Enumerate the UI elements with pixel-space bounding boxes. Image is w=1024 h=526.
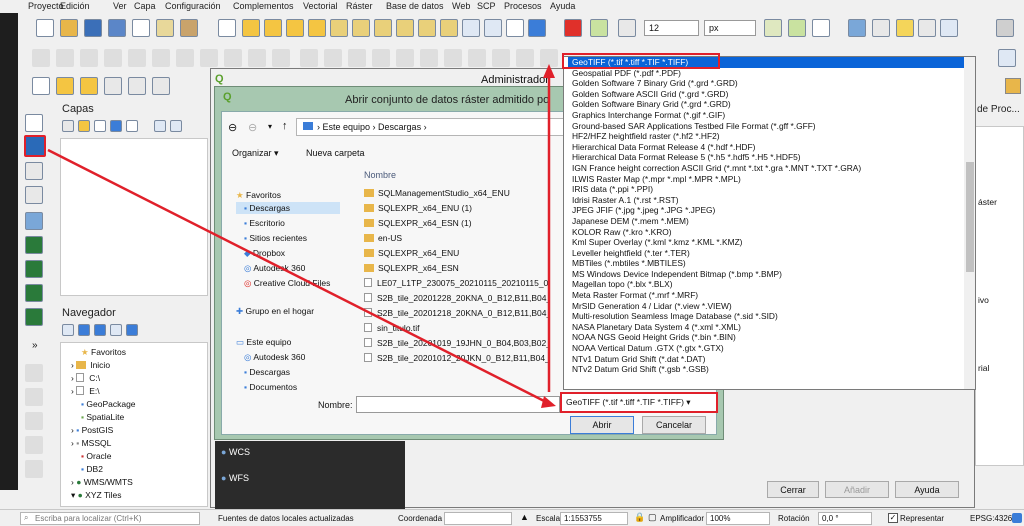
messages-icon[interactable] (1012, 513, 1022, 523)
crs-label[interactable]: EPSG:4326 (970, 514, 1012, 523)
status-bar: ⌕ Escriba para localizar (Ctrl+K) Fuentes… (0, 509, 1024, 526)
annotation-arrows (47, 64, 556, 408)
magnifier-label: Amplificador (660, 514, 705, 523)
magnifier-input[interactable]: 100% (706, 512, 770, 525)
lock-icon[interactable]: 🔒 (634, 512, 645, 523)
coordinate-input[interactable] (444, 512, 512, 525)
search-icon: ⌕ (24, 513, 29, 522)
locator-search[interactable]: ⌕ Escriba para localizar (Ctrl+K) (20, 512, 200, 525)
scale-icon: ▲ (520, 512, 529, 522)
coordinate-label: Coordenada (398, 514, 443, 523)
scale-label: Escala (536, 514, 561, 523)
arrow-head-select (541, 396, 556, 408)
scale-input[interactable]: 1:1553755 (560, 512, 628, 525)
rotation-input[interactable]: 0,0 ° (818, 512, 872, 525)
rotation-label: Rotación (778, 514, 810, 523)
render-checkbox[interactable]: ✓ (888, 513, 898, 523)
status-message: Fuentes de datos locales actualizadas (218, 514, 354, 523)
arrow-head-geotiff (543, 64, 555, 78)
render-label: Representar (900, 514, 945, 523)
arrow-to-select (47, 148, 553, 407)
magnifier-icon: ▢ (648, 512, 657, 522)
